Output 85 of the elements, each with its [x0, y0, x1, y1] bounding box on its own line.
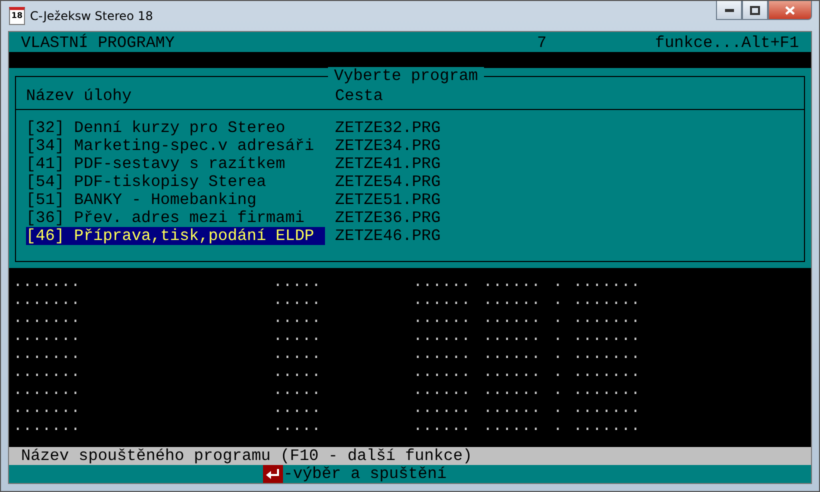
dot-leader: .......	[13, 327, 82, 345]
dot-leader: .......	[13, 273, 82, 291]
program-count: 7	[537, 34, 548, 52]
dot-leader: .	[553, 273, 564, 291]
close-button[interactable]	[768, 1, 812, 20]
dot-leader: .....	[273, 327, 322, 345]
dot-leader: ......	[483, 273, 542, 291]
dot-leader: .....	[273, 291, 322, 309]
dot-leader: .......	[13, 381, 82, 399]
dot-leader: ......	[413, 399, 472, 417]
dot-leader: .....	[273, 417, 322, 435]
dot-leader: .......	[573, 399, 640, 417]
status-bar: Název spouštěného programu (F10 - další funkce)	[9, 447, 811, 465]
dot-leader: ......	[413, 363, 472, 381]
dot-leader: ......	[413, 381, 472, 399]
dot-leader: .	[553, 381, 564, 399]
dot-leader: ......	[413, 273, 472, 291]
enter-key-icon	[263, 465, 284, 483]
dot-leader: .....	[273, 309, 322, 327]
dot-leader: .......	[573, 345, 640, 363]
dot-leader: .	[553, 363, 564, 381]
program-item[interactable]: [51] BANKY - Homebanking	[26, 191, 335, 209]
dot-leader: ......	[483, 327, 542, 345]
dot-leader: .......	[13, 309, 82, 327]
footer-hint: -výběr a spuštění	[283, 465, 447, 483]
header-title: VLASTNÍ PROGRAMY	[21, 34, 176, 52]
dot-leader: .	[553, 399, 564, 417]
dot-leader: ......	[483, 291, 542, 309]
dot-leader: ......	[483, 399, 542, 417]
dot-leader: .....	[273, 381, 322, 399]
dot-leader: .......	[573, 417, 640, 435]
program-item[interactable]: [36] Přev. adres mezi firmami	[26, 209, 335, 227]
program-item[interactable]: [46] Příprava,tisk,podání ELDP	[26, 227, 325, 245]
program-path: ZETZE54.PRG	[335, 173, 441, 191]
dot-leader: .	[553, 309, 564, 327]
dot-leader: .......	[573, 309, 640, 327]
dot-leader: ......	[483, 381, 542, 399]
program-path: ZETZE46.PRG	[335, 227, 441, 245]
dot-leader: ......	[483, 417, 542, 435]
dot-leader: .......	[13, 291, 82, 309]
minimize-icon	[724, 8, 734, 12]
maximize-button[interactable]	[742, 1, 768, 20]
program-path: ZETZE36.PRG	[335, 209, 441, 227]
program-path: ZETZE51.PRG	[335, 191, 441, 209]
program-item[interactable]: [54] PDF-tiskopisy Sterea	[26, 173, 335, 191]
dot-leader: .	[553, 417, 564, 435]
minimize-button[interactable]	[716, 1, 742, 20]
dot-leader: .....	[273, 345, 322, 363]
dot-leader: ......	[413, 345, 472, 363]
dot-leader: ......	[413, 291, 472, 309]
column-header: Název úlohy	[26, 87, 133, 105]
dot-leader: .	[553, 327, 564, 345]
dot-leader: .......	[13, 417, 82, 435]
dot-leader: ......	[483, 309, 542, 327]
dot-leader: .......	[13, 345, 82, 363]
dot-leader: ......	[483, 363, 542, 381]
dot-leader: .......	[573, 381, 640, 399]
dot-leader: .......	[573, 327, 640, 345]
maximize-icon	[750, 6, 760, 14]
program-item[interactable]: [34] Marketing-spec.v adresáři	[26, 137, 335, 155]
dot-leader: .....	[273, 399, 322, 417]
dot-leader: ......	[413, 327, 472, 345]
program-item[interactable]: [41] PDF-sestavy s razítkem	[26, 155, 335, 173]
dot-leader: ......	[413, 309, 472, 327]
dot-leader: .	[553, 345, 564, 363]
dot-leader: .	[553, 291, 564, 309]
column-header: Cesta	[335, 87, 384, 105]
dot-leader: ......	[413, 417, 472, 435]
program-path: ZETZE34.PRG	[335, 137, 441, 155]
dot-leader: .......	[573, 291, 640, 309]
program-path: ZETZE32.PRG	[335, 119, 441, 137]
shortcut-hint: funkce...Alt+F1	[654, 34, 799, 52]
dot-leader: .......	[573, 363, 640, 381]
dot-leader: .....	[273, 273, 322, 291]
dot-leader: .......	[13, 363, 82, 381]
app-icon: 18	[9, 7, 25, 25]
program-path: ZETZE41.PRG	[335, 155, 441, 173]
dot-leader: .......	[13, 399, 82, 417]
dot-leader: .......	[573, 273, 640, 291]
close-icon	[785, 6, 795, 14]
window-title: C-Ježeksw Stereo 18	[30, 9, 154, 23]
dot-leader: ......	[483, 345, 542, 363]
dialog-title: Vyberte program	[328, 67, 484, 85]
dot-leader: .....	[273, 363, 322, 381]
program-item[interactable]: [32] Denní kurzy pro Stereo	[26, 119, 335, 137]
